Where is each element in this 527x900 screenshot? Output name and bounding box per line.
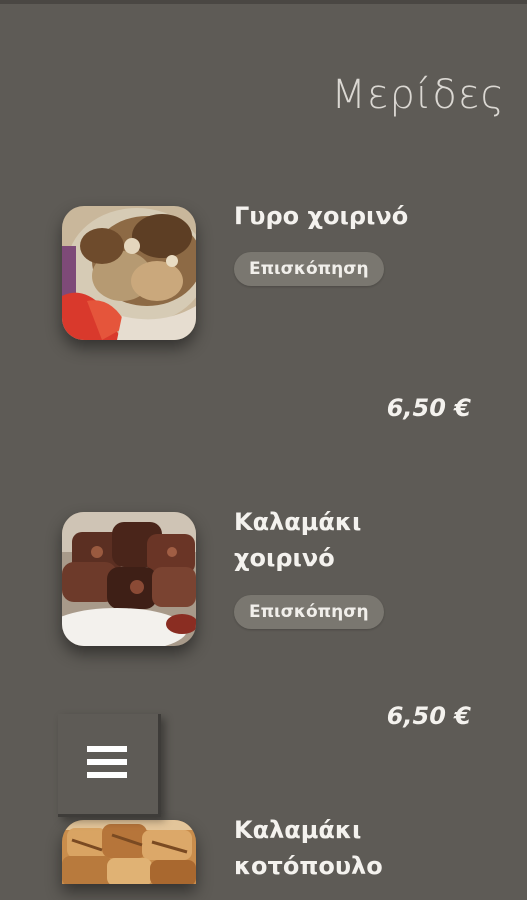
menu-button[interactable]	[58, 714, 161, 817]
menu-item-gyro-pork[interactable]: Γυρο χοιρινό Επισκόπηση 6,50 €	[0, 0, 527, 440]
item-name-line1: Καλαμάκι	[234, 508, 362, 536]
item-name-line1: Καλαμάκι	[234, 816, 362, 844]
gyro-pork-photo[interactable]	[62, 206, 196, 340]
menu-item-skewer-pork[interactable]: Καλαμάκι χοιρινό Επισκόπηση 6,50 €	[0, 440, 527, 750]
item-name: Καλαμάκι κοτόπουλο	[234, 812, 504, 884]
item-name: Γυρο χοιρινό	[234, 202, 409, 230]
overview-button[interactable]: Επισκόπηση	[234, 252, 384, 286]
skewer-pork-photo[interactable]	[62, 512, 196, 646]
item-price: 6,50 €	[386, 702, 471, 730]
item-name-line2: χοιρινό	[234, 544, 335, 572]
overview-button[interactable]: Επισκόπηση	[234, 595, 384, 629]
item-price: 6,50 €	[386, 394, 471, 422]
skewer-chicken-photo[interactable]	[62, 820, 196, 884]
item-name-line2: κοτόπουλο	[234, 852, 383, 880]
item-name: Καλαμάκι χοιρινό	[234, 504, 504, 576]
